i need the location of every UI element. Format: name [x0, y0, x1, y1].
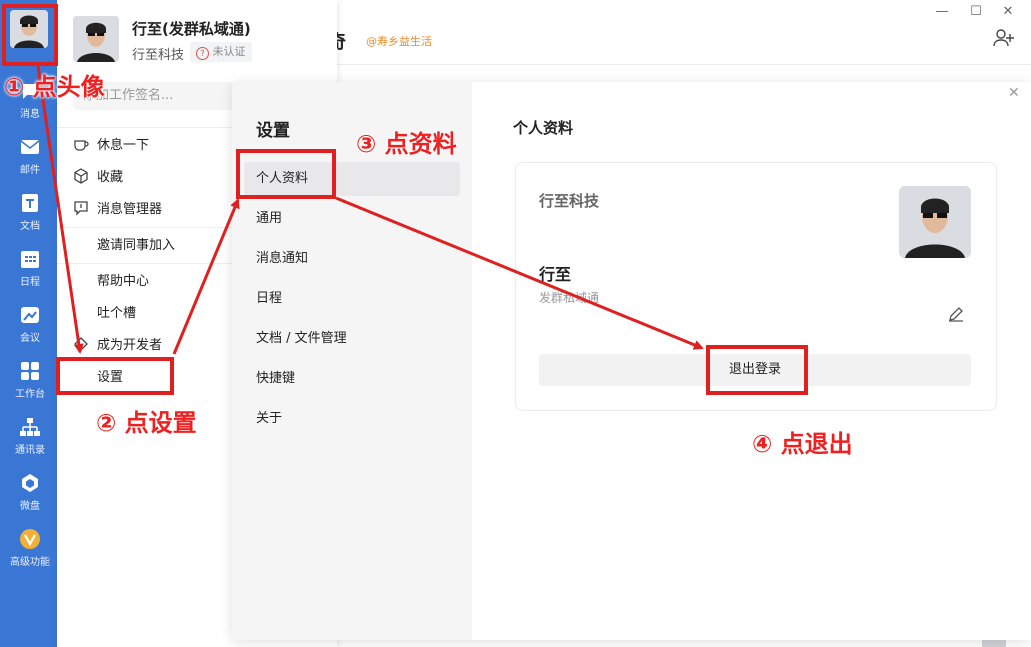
annotation-step1: ① 点头像 [4, 73, 105, 101]
annotation-step3: ③ 点资料 [356, 130, 457, 158]
annotation-step2: ② 点设置 [96, 409, 197, 437]
annotation-step4: ④ 点退出 [752, 430, 853, 458]
annotation-arrows [36, 65, 704, 355]
